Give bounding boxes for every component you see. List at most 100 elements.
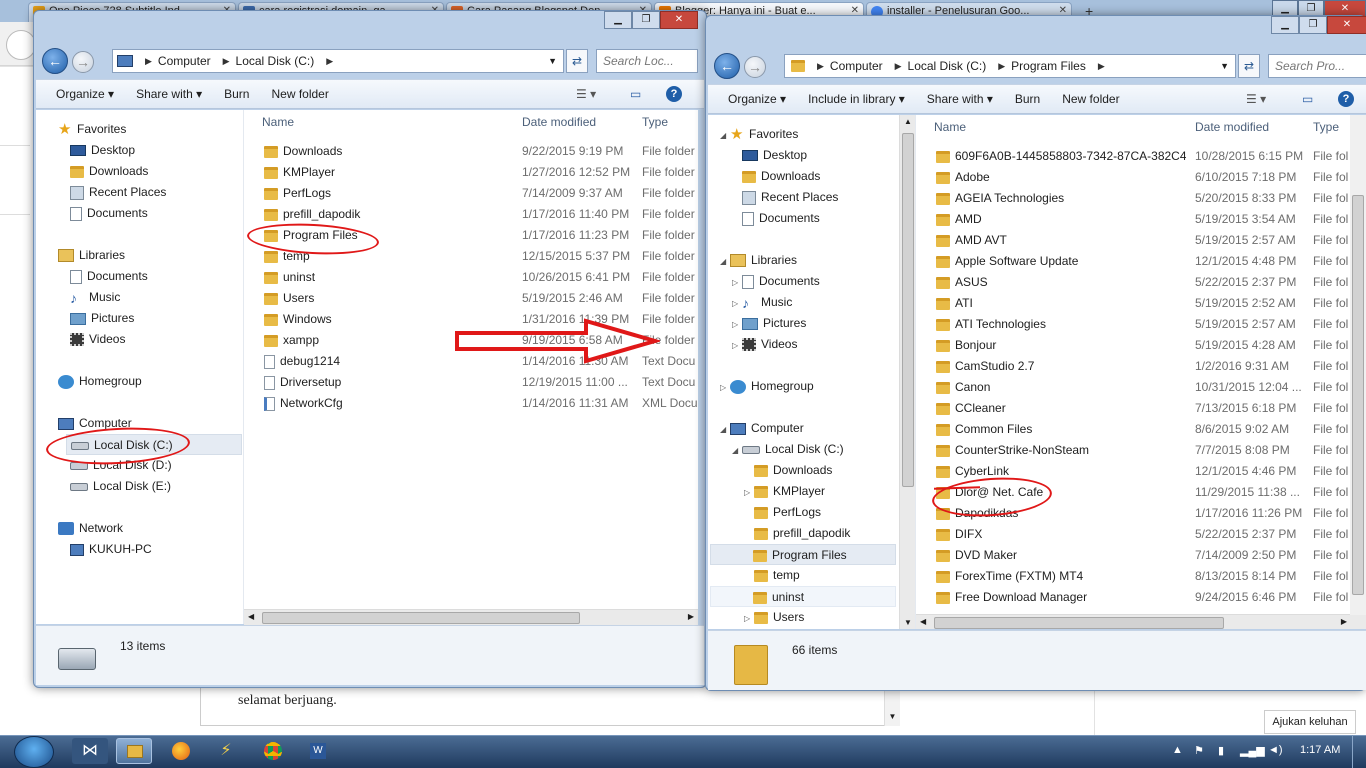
- forward-button[interactable]: →: [72, 51, 94, 73]
- nav-libraries[interactable]: Libraries: [730, 250, 797, 271]
- maximize-icon[interactable]: ❐: [1299, 16, 1327, 34]
- breadcrumb-chevron-icon[interactable]: ▶: [223, 56, 230, 67]
- nav-videos[interactable]: Videos: [70, 329, 125, 350]
- nav-music[interactable]: ♪ Music: [742, 292, 792, 313]
- burn-button[interactable]: Burn: [224, 87, 249, 101]
- file-row[interactable]: Canon 10/31/2015 12:04 ... File fol: [916, 377, 1366, 398]
- nav-desktop[interactable]: Desktop: [70, 140, 135, 161]
- view-options-icon[interactable]: ☰ ▾: [1246, 92, 1266, 106]
- file-row[interactable]: Apple Software Update 12/1/2015 4:48 PM Fi…: [916, 251, 1366, 272]
- nav-recent-places[interactable]: Recent Places: [742, 187, 838, 208]
- collapse-arrow-icon[interactable]: ▷: [744, 614, 750, 623]
- breadcrumb-local-disk[interactable]: Local Disk (C:): [236, 54, 315, 68]
- close-icon[interactable]: ✕: [1327, 16, 1366, 34]
- collapse-arrow-icon[interactable]: ▷: [720, 383, 726, 392]
- scrollbar-thumb[interactable]: [1352, 195, 1364, 595]
- file-row[interactable]: Bonjour 5/19/2015 4:28 AM File fol: [916, 335, 1366, 356]
- volume-icon[interactable]: ◄): [1268, 744, 1283, 756]
- nav-downloads[interactable]: Downloads: [70, 161, 148, 182]
- search-input[interactable]: Search Pro...: [1268, 54, 1366, 78]
- collapse-arrow-icon[interactable]: ▷: [732, 278, 738, 287]
- file-row[interactable]: CounterStrike-NonSteam 7/7/2015 8:08 PM Fi…: [916, 440, 1366, 461]
- file-row[interactable]: AMD 5/19/2015 3:54 AM File fol: [916, 209, 1366, 230]
- preview-pane-icon[interactable]: ▭: [630, 87, 641, 101]
- tool-taskbar-icon[interactable]: ⚡: [208, 738, 244, 764]
- nav-videos[interactable]: Videos: [742, 334, 797, 355]
- breadcrumb-chevron-icon[interactable]: ▶: [817, 61, 824, 72]
- nav-documents[interactable]: Documents: [70, 203, 148, 224]
- file-row[interactable]: ASUS 5/22/2015 2:37 PM File fol: [916, 272, 1366, 293]
- share-with-button[interactable]: Share with ▾: [136, 87, 202, 101]
- column-type[interactable]: Type: [642, 111, 668, 133]
- nav-libraries[interactable]: Libraries: [58, 245, 125, 266]
- expand-arrow-icon[interactable]: ◢: [732, 446, 738, 455]
- file-row[interactable]: ForexTime (FXTM) MT4 8/13/2015 8:14 PM Fil…: [916, 566, 1366, 587]
- breadcrumb-chevron-icon[interactable]: ▶: [326, 56, 333, 67]
- address-bar[interactable]: ▶ Computer ▶ Local Disk (C:) ▶ Program F…: [784, 54, 1236, 78]
- back-button[interactable]: ←: [42, 48, 68, 74]
- forward-button[interactable]: →: [744, 56, 766, 78]
- file-row[interactable]: DIFX 5/22/2015 2:37 PM File fol: [916, 524, 1366, 545]
- horizontal-scrollbar[interactable]: ◀ ▶: [916, 614, 1366, 629]
- signal-icon[interactable]: ▂▄▆: [1240, 744, 1265, 757]
- expand-arrow-icon[interactable]: ◢: [720, 131, 726, 140]
- word-taskbar-icon[interactable]: W: [300, 738, 336, 764]
- file-row[interactable]: ATI 5/19/2015 2:52 AM File fol: [916, 293, 1366, 314]
- scrollbar-thumb[interactable]: [262, 612, 580, 624]
- breadcrumb-chevron-icon[interactable]: ▶: [1098, 61, 1105, 72]
- nav-tree-folder[interactable]: Downloads: [754, 460, 832, 481]
- nav-desktop[interactable]: Desktop: [742, 145, 807, 166]
- close-icon[interactable]: ✕: [660, 11, 698, 29]
- nav-kukuh-pc[interactable]: KUKUH-PC: [70, 539, 152, 560]
- scroll-right-icon[interactable]: ▶: [1341, 617, 1347, 626]
- start-button[interactable]: [14, 736, 54, 768]
- column-date-modified[interactable]: Date modified: [522, 111, 596, 133]
- file-row[interactable]: AMD AVT 5/19/2015 2:57 AM File fol: [916, 230, 1366, 251]
- file-row[interactable]: Common Files 8/6/2015 9:02 AM File fol: [916, 419, 1366, 440]
- address-dropdown-icon[interactable]: ▼: [548, 56, 557, 66]
- organize-button[interactable]: Organize ▾: [728, 92, 786, 106]
- help-icon[interactable]: ?: [1338, 91, 1354, 107]
- file-row[interactable]: uninst 10/26/2015 6:41 PM File folder: [244, 267, 698, 288]
- file-row[interactable]: 609F6A0B-1445858803-7342-87CA-382C4... 10…: [916, 146, 1366, 167]
- nav-homegroup[interactable]: Homegroup: [58, 371, 142, 392]
- breadcrumb-local-disk[interactable]: Local Disk (C:): [908, 59, 987, 73]
- burn-button[interactable]: Burn: [1015, 92, 1040, 106]
- collapse-arrow-icon[interactable]: ▷: [732, 320, 738, 329]
- nav-pictures[interactable]: Pictures: [742, 313, 806, 334]
- nav-favorites[interactable]: ★ Favorites: [730, 124, 798, 145]
- view-options-icon[interactable]: ☰ ▾: [576, 87, 596, 101]
- firefox-taskbar-icon[interactable]: [162, 738, 198, 764]
- nav-tree-folder[interactable]: uninst: [710, 586, 896, 607]
- column-date-modified[interactable]: Date modified: [1195, 116, 1269, 138]
- preview-pane-icon[interactable]: ▭: [1302, 92, 1313, 106]
- battery-icon[interactable]: ▮: [1218, 744, 1224, 757]
- file-row[interactable]: prefill_dapodik 1/17/2016 11:40 PM File fo…: [244, 204, 698, 225]
- nav-tree-folder[interactable]: Users: [754, 607, 804, 628]
- file-row[interactable]: CamStudio 2.7 1/2/2016 9:31 AM File fol: [916, 356, 1366, 377]
- flag-icon[interactable]: ⚑: [1194, 744, 1204, 757]
- file-row[interactable]: PerfLogs 7/14/2009 9:37 AM File folder: [244, 183, 698, 204]
- nav-documents[interactable]: Documents: [742, 208, 820, 229]
- tray-expand-icon[interactable]: ▲: [1172, 744, 1183, 756]
- breadcrumb-chevron-icon[interactable]: ▶: [998, 61, 1005, 72]
- file-row[interactable]: Adobe 6/10/2015 7:18 PM File fol: [916, 167, 1366, 188]
- explorer-taskbar-icon[interactable]: [116, 738, 152, 764]
- breadcrumb-chevron-icon[interactable]: ▶: [895, 61, 902, 72]
- refresh-button[interactable]: ⇄: [566, 49, 588, 73]
- show-desktop-button[interactable]: [1352, 736, 1366, 768]
- nav-tree-folder[interactable]: Program Files: [710, 544, 896, 565]
- minimize-icon[interactable]: ▁: [604, 11, 632, 29]
- file-row[interactable]: DVD Maker 7/14/2009 2:50 PM File fol: [916, 545, 1366, 566]
- search-input[interactable]: Search Loc...: [596, 49, 698, 73]
- file-row[interactable]: Driversetup 12/19/2015 11:00 ... Text Docu: [244, 372, 698, 393]
- file-row[interactable]: Downloads 9/22/2015 9:19 PM File folder: [244, 141, 698, 162]
- scrollbar-thumb[interactable]: [902, 133, 914, 487]
- new-folder-button[interactable]: New folder: [1062, 92, 1119, 106]
- column-name[interactable]: Name: [262, 111, 294, 133]
- scroll-down-icon[interactable]: ▼: [904, 618, 912, 627]
- browser-back-button[interactable]: [6, 30, 36, 60]
- file-row[interactable]: AGEIA Technologies 5/20/2015 8:33 PM File …: [916, 188, 1366, 209]
- file-row[interactable]: CCleaner 7/13/2015 6:18 PM File fol: [916, 398, 1366, 419]
- scrollbar-thumb[interactable]: [934, 617, 1224, 629]
